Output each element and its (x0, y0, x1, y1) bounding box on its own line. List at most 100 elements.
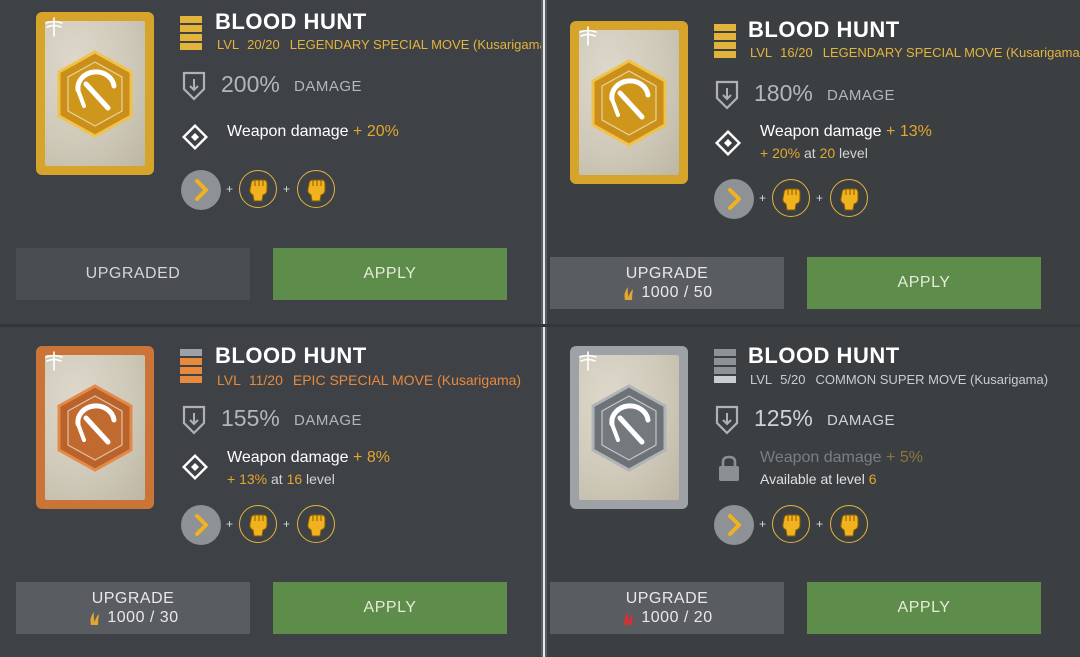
move-title: BLOOD HUNT (748, 343, 900, 368)
weapon-damage-bonus: + 13% (886, 123, 932, 140)
rarity-bars (180, 349, 202, 385)
fist-icon (830, 179, 868, 217)
move-type: LEGENDARY SPECIAL MOVE (Kusarigama) (289, 37, 541, 52)
arrow-right-icon (714, 179, 754, 219)
kusarigama-sickle-icon (591, 383, 667, 472)
dragonfly-icon (43, 350, 65, 375)
lock-icon (719, 455, 739, 481)
move-title: BLOOD HUNT (748, 17, 900, 42)
plus-sign: + (816, 517, 824, 531)
combo-input: + + (181, 505, 341, 545)
upgrade-cost: 1000 / 50 (621, 284, 712, 302)
fist-icon (239, 505, 277, 543)
weapon-damage-row: Weapon damage + 5% Available at level 6 (714, 449, 1034, 493)
upgrade-label: UPGRADE (625, 589, 709, 607)
next-bonus-suffix: level (306, 471, 335, 487)
next-bonus-at: at (803, 145, 816, 161)
arrow-right-icon (181, 170, 221, 210)
locked-text: Available at level (760, 471, 865, 487)
move-type: EPIC SPECIAL MOVE (Kusarigama) (292, 372, 522, 388)
next-bonus-at: at (270, 471, 283, 487)
combo-input: + + (181, 170, 341, 210)
weapon-damage-row: Weapon damage + 20% (181, 123, 481, 153)
move-card[interactable] (570, 21, 688, 184)
move-panel-2: BLOOD HUNT LVL 16/20 LEGENDARY SPECIAL MOV… (547, 0, 1080, 324)
feather-icon (90, 611, 100, 625)
upgrade-label: UPGRADED (85, 265, 181, 282)
upgrade-cost-value: 1000 / 20 (641, 608, 713, 626)
dragonfly-icon (577, 25, 599, 50)
apply-button[interactable]: APPLY (273, 582, 507, 634)
upgrade-label: UPGRADE (91, 589, 175, 607)
level-line: LVL 11/20 EPIC SPECIAL MOVE (Kusarigama) (217, 372, 521, 388)
upgrade-cost-value: 1000 / 50 (641, 283, 713, 301)
weapon-damage-label: Weapon damage (227, 449, 349, 466)
weapon-damage-text: Weapon damage + 8% (227, 449, 390, 467)
next-bonus-value: + 20% (760, 145, 801, 161)
upgrade-button[interactable]: UPGRADE 1000 / 20 (550, 582, 784, 634)
kusarigama-sickle-icon (57, 383, 133, 472)
damage-row: 180% DAMAGE (714, 80, 974, 114)
arrow-right-icon (714, 505, 754, 545)
next-level-bonus: + 13% at 16 level (227, 471, 335, 487)
arrow-right-icon (181, 505, 221, 545)
fist-icon (830, 505, 868, 543)
move-card[interactable] (36, 12, 154, 175)
upgrade-label: UPGRADE (625, 264, 709, 282)
apply-label: APPLY (897, 599, 951, 616)
next-level-bonus: + 20% at 20 level (760, 145, 868, 161)
upgrade-button[interactable]: UPGRADE 1000 / 30 (16, 582, 250, 634)
damage-percent: 180% (754, 80, 813, 106)
damage-percent: 155% (221, 405, 280, 431)
next-bonus-level: 16 (286, 471, 303, 487)
damage-percent: 200% (221, 71, 280, 97)
fist-icon (239, 170, 277, 208)
feather-icon (624, 286, 634, 300)
move-panel-3: BLOOD HUNT LVL 11/20 EPIC SPECIAL MOVE (Ku… (0, 327, 541, 657)
lvl-label: LVL (750, 372, 773, 387)
lvl-label: LVL (217, 372, 241, 388)
weapon-damage-label: Weapon damage (760, 123, 882, 140)
rarity-bars (714, 349, 736, 385)
shield-arrow-icon (715, 405, 739, 435)
locked-level: 6 (868, 471, 877, 487)
fist-icon (772, 179, 810, 217)
next-bonus-level: 20 (819, 145, 836, 161)
apply-label: APPLY (897, 274, 951, 291)
next-bonus-suffix: level (839, 145, 868, 161)
apply-button[interactable]: APPLY (807, 582, 1041, 634)
upgrade-button[interactable]: UPGRADE 1000 / 50 (550, 257, 784, 309)
move-panel-1: BLOOD HUNT LVL 20/20 LEGENDARY SPECIAL MOV… (0, 0, 541, 324)
move-card[interactable] (570, 346, 688, 509)
level-line: LVL 5/20 COMMON SUPER MOVE (Kusarigama) (750, 372, 1048, 387)
upgraded-button[interactable]: UPGRADED (16, 248, 250, 300)
rarity-bars (180, 16, 202, 52)
combo-input: + + (714, 505, 874, 545)
fist-icon (297, 505, 335, 543)
shield-arrow-icon (182, 405, 206, 435)
plus-sign: + (759, 517, 767, 531)
move-card[interactable] (36, 346, 154, 509)
lvl-label: LVL (217, 37, 240, 52)
move-panel-4: BLOOD HUNT LVL 5/20 COMMON SUPER MOVE (Kus… (547, 327, 1080, 657)
next-bonus-value: + 13% (227, 471, 268, 487)
diamond-icon (181, 123, 209, 151)
apply-button[interactable]: APPLY (807, 257, 1041, 309)
move-title: BLOOD HUNT (215, 343, 367, 368)
plus-sign: + (283, 517, 291, 531)
damage-row: 155% DAMAGE (181, 405, 441, 439)
level-value: 5/20 (780, 372, 806, 387)
weapon-damage-bonus: + 8% (353, 449, 390, 466)
plus-sign: + (816, 191, 824, 205)
apply-button[interactable]: APPLY (273, 248, 507, 300)
upgrade-cost: 1000 / 20 (621, 609, 712, 627)
damage-percent: 125% (754, 405, 813, 431)
plus-sign: + (759, 191, 767, 205)
damage-label: DAMAGE (827, 412, 896, 429)
rarity-bars (714, 24, 736, 60)
lvl-label: LVL (750, 45, 773, 60)
weapon-damage-label: Weapon damage (227, 123, 349, 140)
level-line: LVL 16/20 LEGENDARY SPECIAL MOVE (Kusariga… (750, 45, 1080, 60)
weapon-damage-row: Weapon damage + 13% + 20% at 20 level (714, 123, 1014, 167)
upgrade-cost: 1000 / 30 (87, 609, 178, 627)
